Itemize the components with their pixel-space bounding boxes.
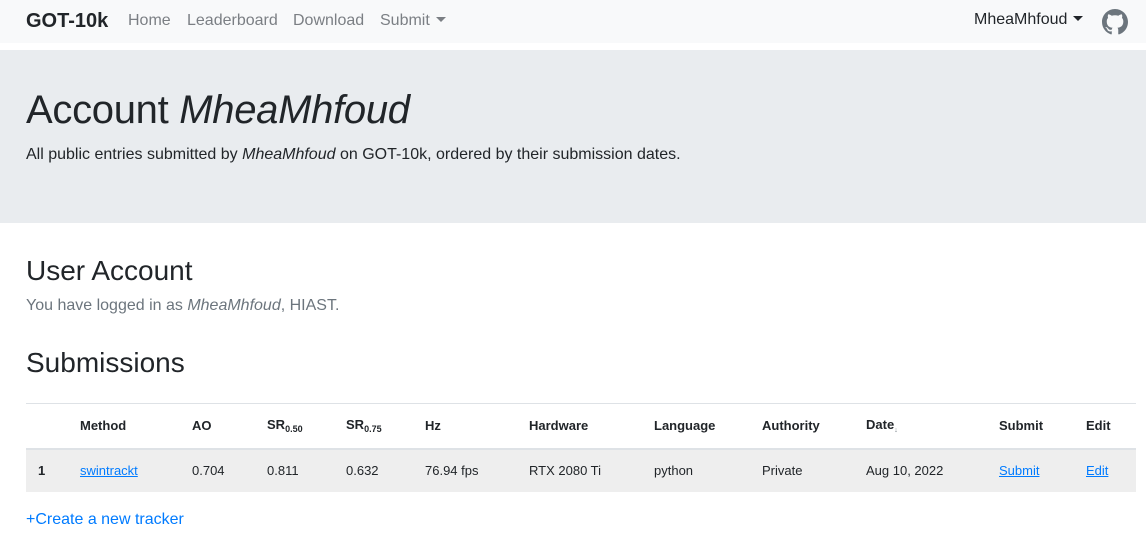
logged-in-suffix: , HIAST. [280,297,340,314]
col-header-sr75-sub: 0.75 [364,424,382,435]
chevron-down-icon [1073,16,1084,21]
cell-rank: 1 [26,448,80,492]
cell-sr50: 0.811 [267,448,346,492]
col-header-sr50-sub: 0.50 [285,424,303,435]
cell-submit: Submit [999,448,1086,492]
col-header-sr50-base: SR [267,417,286,433]
col-header-edit: Edit [1086,403,1136,450]
page-description: All public entries submitted by MheaMhfo… [26,146,681,164]
col-header-sr75-base: SR [346,417,365,433]
navbar: GOT-10k Home Leaderboard Download Submit… [0,0,1146,43]
cell-hardware: RTX 2080 Ti [529,448,654,492]
page-title-user: MheaMhfoud [179,88,410,132]
cell-ao: 0.704 [192,448,267,492]
cell-language: python [654,448,762,492]
col-header-ao[interactable]: AO [192,403,267,450]
nav-leaderboard-link[interactable]: Leaderboard [187,12,278,30]
chevron-down-icon [435,17,446,22]
sort-arrow-icon: ↓ [894,427,898,435]
nav-download-link[interactable]: Download [293,12,364,30]
col-header-rank [26,403,80,450]
github-icon[interactable] [1102,9,1128,35]
col-header-date-label: Date [866,417,895,433]
page-title-prefix: Account [26,88,169,132]
brand-link[interactable]: GOT-10k [26,10,108,33]
col-header-sr75[interactable]: SR0.75 [346,403,425,450]
col-header-hardware[interactable]: Hardware [529,403,654,450]
logged-in-info: You have logged in as MheaMhfoud, HIAST. [26,297,339,315]
page-description-suffix: on GOT-10k, ordered by their submission … [339,146,681,163]
cell-hz: 76.94 fps [425,448,529,492]
cell-authority: Private [762,448,866,492]
nav-submit-label: Submit [380,12,430,29]
col-header-language[interactable]: Language [654,403,762,450]
cell-method: swintrackt [80,448,192,492]
logged-in-prefix: You have logged in as [26,297,183,314]
edit-link[interactable]: Edit [1086,463,1108,478]
col-header-hz[interactable]: Hz [425,403,529,450]
col-header-date[interactable]: Date↓ [866,403,999,450]
submit-link[interactable]: Submit [999,463,1039,478]
table-header-row: Method AO SR0.50 SR0.75 Hz Hardware Lang… [26,403,1136,450]
nav-home-link[interactable]: Home [128,12,171,30]
cell-sr75: 0.632 [346,448,425,492]
user-account-heading: User Account [26,255,193,286]
create-tracker-link[interactable]: +Create a new tracker [26,511,184,529]
page-description-user: MheaMhfoud [242,146,336,163]
col-header-method[interactable]: Method [80,403,192,450]
method-link[interactable]: swintrackt [80,463,138,478]
table-row: 1 swintrackt 0.704 0.811 0.632 76.94 fps… [26,448,1136,492]
page-description-prefix: All public entries submitted by [26,146,238,163]
logged-in-user: MheaMhfoud [187,297,281,314]
col-header-sr50[interactable]: SR0.50 [267,403,346,450]
col-header-authority[interactable]: Authority [762,403,866,450]
col-header-submit: Submit [999,403,1086,450]
cell-edit: Edit [1086,448,1136,492]
cell-date: Aug 10, 2022 [866,448,999,492]
account-header: Account MheaMhfoud All public entries su… [0,50,1146,223]
submissions-table-wrapper: Method AO SR0.50 SR0.75 Hz Hardware Lang… [26,403,1136,492]
submissions-table: Method AO SR0.50 SR0.75 Hz Hardware Lang… [26,403,1136,492]
user-menu-label: MheaMhfoud [974,11,1068,28]
user-menu-dropdown[interactable]: MheaMhfoud [974,11,1084,29]
submissions-heading: Submissions [26,347,185,378]
nav-submit-dropdown[interactable]: Submit [380,12,446,30]
page-title: Account MheaMhfoud [26,88,410,133]
